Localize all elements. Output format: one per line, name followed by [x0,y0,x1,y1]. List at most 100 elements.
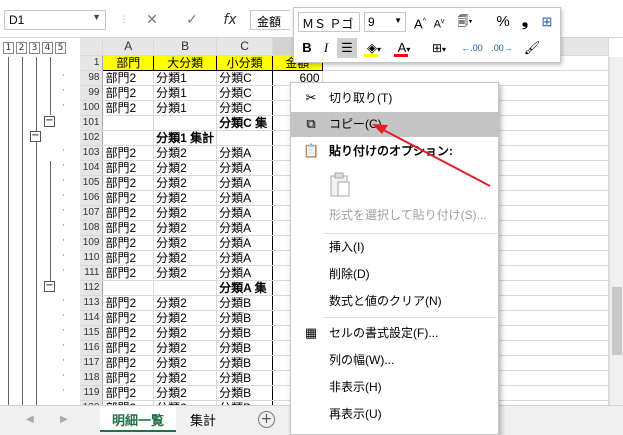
cell[interactable]: 分類C [216,70,274,86]
cell[interactable]: 部門2 [102,175,155,191]
font-size-select[interactable]: 9 ▼ [364,12,406,32]
cell[interactable]: 分類A [216,250,274,266]
cell[interactable]: 部門2 [102,100,155,116]
decrease-decimal-icon[interactable]: .00→ [490,38,514,58]
menu-insert[interactable]: 挿入(I) [291,235,498,260]
collapse-button[interactable]: − [44,281,55,292]
cell[interactable]: 分類C [216,85,274,101]
cell[interactable]: 分類A [216,265,274,281]
cell[interactable]: 小分類 [216,54,274,71]
cell[interactable]: 部門2 [102,220,155,236]
cell[interactable]: 分類1 [153,85,218,101]
outline-level-3[interactable]: 3 [29,42,40,54]
accounting-format-icon[interactable]: 🗐▾ [452,12,478,32]
cell[interactable]: 部門2 [102,295,155,311]
row-header[interactable]: 118 [80,370,104,386]
collapse-button[interactable]: − [44,116,55,127]
cell[interactable]: 分類C [216,100,274,116]
menu-paste-special[interactable]: 形式を選択して貼り付け(S)... [291,203,498,228]
cell[interactable]: 部門 [102,54,155,71]
outline-level-1[interactable]: 1 [3,42,14,54]
cell[interactable]: 分類B [216,355,274,371]
row-header[interactable]: 117 [80,355,104,371]
cell[interactable]: 分類A [216,190,274,206]
row-header[interactable]: 103 [80,145,104,161]
enter-button[interactable]: ✓ [180,10,204,30]
outline-level-5[interactable]: 5 [55,42,66,54]
cell[interactable]: 分類2 [153,325,218,341]
cell[interactable] [102,115,155,131]
row-header[interactable]: 112 [80,280,104,296]
cell[interactable]: 分類2 [153,295,218,311]
sheet-tab-2[interactable]: 集計 [178,406,228,432]
menu-format-cells[interactable]: ▦ セルの書式設定(F)... [291,321,498,346]
cell[interactable]: 部門2 [102,265,155,281]
cell[interactable] [153,115,218,131]
cell[interactable] [216,130,274,146]
row-header[interactable]: 110 [80,250,104,266]
cell[interactable]: 分類2 [153,205,218,221]
cancel-button[interactable]: ✕ [140,10,164,30]
row-header[interactable]: 101 [80,115,104,131]
row-header[interactable]: 98 [80,70,104,86]
percent-button[interactable]: % [494,12,512,32]
cell[interactable] [153,280,218,296]
cell[interactable]: 部門2 [102,85,155,101]
cell[interactable]: 分類2 [153,145,218,161]
row-header[interactable]: 115 [80,325,104,341]
collapse-button[interactable]: − [30,131,41,142]
next-sheet-icon[interactable]: ▶ [60,414,68,425]
font-name-select[interactable]: ＭＳ Ｐゴ [298,12,360,32]
cell[interactable]: 分類B [216,340,274,356]
chevron-down-icon[interactable]: ▼ [394,16,402,25]
borders-icon[interactable]: ⊞▾ [427,38,451,58]
prev-sheet-icon[interactable]: ◀ [26,414,34,425]
row-header[interactable]: 107 [80,205,104,221]
cell[interactable]: 分類2 [153,355,218,371]
row-header[interactable]: 1 [80,55,104,71]
cell[interactable]: 部門2 [102,385,155,401]
cell[interactable]: 分類A [216,145,274,161]
cell[interactable]: 部門2 [102,190,155,206]
cell[interactable]: 部門2 [102,355,155,371]
fill-color-button[interactable]: ◈ ▾ [362,38,386,58]
cell[interactable]: 分類B [216,370,274,386]
merge-center-icon[interactable]: ⊞ [538,12,556,32]
format-painter-icon[interactable]: 🖌 [522,38,542,58]
vertical-scrollbar[interactable] [609,57,623,405]
cell[interactable]: 分類A [216,235,274,251]
cell[interactable]: 分類2 [153,385,218,401]
cell[interactable]: 分類A [216,175,274,191]
font-color-button[interactable]: A ▾ [392,38,416,58]
cell[interactable]: 分類2 [153,220,218,236]
menu-cut[interactable]: ✂ 切り取り(T) [291,86,498,111]
row-header[interactable]: 105 [80,175,104,191]
menu-delete[interactable]: 削除(D) [291,262,498,287]
row-header[interactable]: 108 [80,220,104,236]
cell[interactable]: 分類B [216,325,274,341]
add-sheet-button[interactable]: + [258,411,275,428]
cell[interactable]: 分類2 [153,235,218,251]
cell[interactable]: 部門2 [102,145,155,161]
column-header[interactable] [80,38,104,56]
column-header[interactable]: B [153,38,218,56]
bold-button[interactable]: B [299,38,315,58]
cell[interactable]: 部門2 [102,250,155,266]
cell[interactable] [102,280,155,296]
row-header[interactable]: 104 [80,160,104,176]
cell[interactable]: 部門2 [102,325,155,341]
cell[interactable]: 分類1 集計 [153,130,218,146]
row-header[interactable]: 119 [80,385,104,401]
column-header[interactable]: A [102,38,155,56]
menu-hide[interactable]: 非表示(H) [291,375,498,400]
cell[interactable]: 分類1 [153,70,218,86]
menu-column-width[interactable]: 列の幅(W)... [291,348,498,373]
name-box[interactable]: D1 ▼ [4,10,106,30]
row-header[interactable]: 99 [80,85,104,101]
cell[interactable]: 分類2 [153,250,218,266]
cell[interactable]: 分類2 [153,175,218,191]
cell[interactable]: 部門2 [102,160,155,176]
cell[interactable]: 分類1 [153,100,218,116]
cell[interactable]: 大分類 [153,54,218,71]
row-header[interactable]: 106 [80,190,104,206]
